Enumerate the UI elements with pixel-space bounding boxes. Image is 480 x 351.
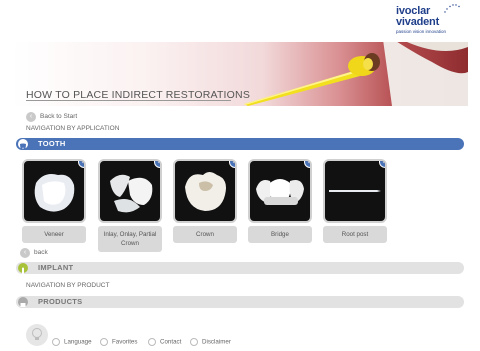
footer-disclaimer[interactable]: Disclaimer	[190, 338, 231, 346]
logo-tagline: passion vision innovation	[396, 29, 447, 34]
implant-icon	[18, 263, 28, 275]
globe-icon	[52, 338, 60, 346]
contact-icon	[148, 338, 156, 346]
card-bridge[interactable]: ↗ Bridge	[248, 159, 312, 243]
section-products[interactable]: PRODUCTS	[16, 296, 464, 308]
card-inlay-label: Inlay, Onlay, Partial Crown	[98, 226, 162, 252]
back-to-start-link[interactable]: Back to Start	[40, 113, 77, 120]
star-icon	[100, 338, 108, 346]
app-window: ivoclar vivadent passion vision innovati…	[12, 0, 468, 351]
lightbulb-icon[interactable]	[26, 324, 48, 346]
section-implant-label: IMPLANT	[38, 263, 74, 272]
crown-image: ↗	[173, 159, 237, 223]
logo-line2: vivadent	[396, 16, 440, 28]
footer-favorites-label: Favorites	[112, 338, 138, 346]
section-products-label: PRODUCTS	[38, 297, 83, 306]
section-tooth-label: TOOTH	[38, 139, 66, 148]
footer-language[interactable]: Language	[52, 338, 92, 346]
tooth-icon	[18, 139, 28, 150]
footer-favorites[interactable]: Favorites	[100, 338, 137, 346]
card-veneer-label: Veneer	[22, 226, 86, 243]
veneer-image: ↗	[22, 159, 86, 223]
footer-disclaimer-label: Disclaimer	[202, 338, 231, 346]
products-icon	[18, 297, 28, 307]
back-link[interactable]: back	[34, 249, 48, 256]
card-root-post[interactable]: ↗ Root post	[323, 159, 387, 243]
card-veneer[interactable]: ↗ Veneer	[22, 159, 86, 243]
card-crown-label: Crown	[173, 226, 237, 243]
nav-by-product-label: NAVIGATION BY PRODUCT	[26, 282, 110, 289]
card-inlay[interactable]: ↗ Inlay, Onlay, Partial Crown	[98, 159, 162, 252]
back-to-start-icon[interactable]: ‹	[26, 112, 36, 122]
nav-by-application-label: NAVIGATION BY APPLICATION	[26, 125, 120, 132]
logo-dots-icon	[444, 4, 460, 13]
card-bridge-label: Bridge	[248, 226, 312, 243]
card-root-post-label: Root post	[323, 226, 387, 243]
back-icon[interactable]: ‹	[20, 248, 30, 258]
section-tooth[interactable]: TOOTH	[16, 138, 464, 150]
disclaimer-icon	[190, 338, 198, 346]
section-implant[interactable]: IMPLANT	[16, 262, 464, 275]
footer-contact-label: Contact	[160, 338, 182, 346]
inlay-image: ↗	[98, 159, 162, 223]
root-post-image: ↗	[323, 159, 387, 223]
bridge-image: ↗	[248, 159, 312, 223]
footer-language-label: Language	[64, 338, 92, 346]
footer-contact[interactable]: Contact	[148, 338, 181, 346]
title-underline	[26, 100, 231, 101]
ivoclar-logo[interactable]: ivoclar vivadent passion vision innovati…	[396, 4, 460, 40]
card-crown[interactable]: ↗ Crown	[173, 159, 237, 243]
